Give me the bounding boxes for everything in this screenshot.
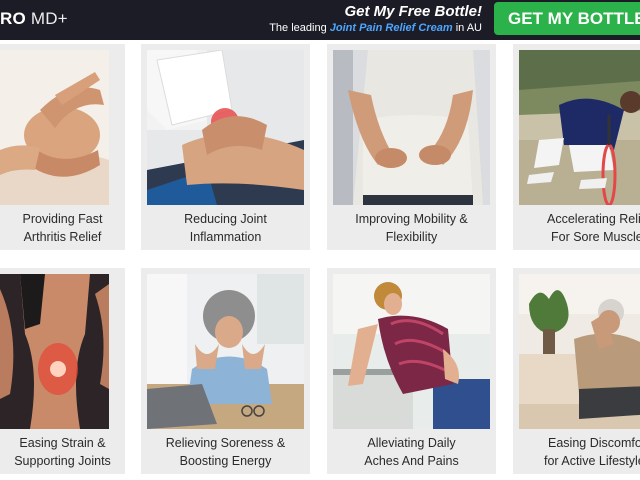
promo-highlight: Joint Pain Relief Cream (329, 22, 453, 34)
promo-prefix: The leading (269, 22, 327, 34)
get-my-bottle-button[interactable]: GET MY BOTTLE (494, 2, 640, 35)
lower-back-pain-photo (333, 50, 490, 205)
glowing-knee-photo (0, 274, 109, 429)
benefit-caption: Easing Strain & Supporting Joints (14, 436, 111, 468)
benefit-card-energy: Relieving Soreness & Boosting Energy (141, 268, 310, 474)
benefit-caption: Alleviating Daily Aches And Pains (364, 436, 459, 468)
promo-suffix: in AU (455, 22, 482, 34)
benefit-caption: Improving Mobility & Flexibility (355, 212, 468, 244)
benefit-caption: Easing Discomfort for Active Lifestyle (544, 436, 640, 468)
brand-logo[interactable]: RO MD+ (0, 9, 68, 29)
benefit-caption: Relieving Soreness & Boosting Energy (165, 436, 286, 468)
benefit-card-arthritis: Providing Fast Arthritis Relief (0, 44, 125, 250)
knee-pain-photo (147, 50, 304, 205)
benefit-card-daily-aches: Alleviating Daily Aches And Pains (327, 268, 496, 474)
benefit-caption: Reducing Joint Inflammation (184, 212, 267, 244)
top-bar: RO MD+ Get My Free Bottle! The leading J… (0, 0, 640, 40)
benefit-caption: Accelerating Relief For Sore Muscles (547, 212, 640, 244)
benefit-card-inflammation: Reducing Joint Inflammation (141, 44, 310, 250)
benefit-card-mobility: Improving Mobility & Flexibility (327, 44, 496, 250)
benefit-card-joint-support: Easing Strain & Supporting Joints (0, 268, 125, 474)
benefit-caption: Providing Fast Arthritis Relief (22, 212, 103, 244)
tired-woman-laptop-photo (147, 274, 304, 429)
man-sofa-head-photo (519, 274, 640, 429)
tennis-player-photo (519, 50, 640, 205)
benefit-card-sore-muscles: Accelerating Relief For Sore Muscles (513, 44, 640, 250)
promo-headline: Get My Free Bottle! (344, 3, 482, 20)
hands-arthritis-photo (0, 50, 109, 205)
promo-subtext: The leading Joint Pain Relief Cream in A… (269, 22, 482, 34)
woman-back-ache-kitchen-photo (333, 274, 490, 429)
benefit-card-active-lifestyle: Easing Discomfort for Active Lifestyle (513, 268, 640, 474)
